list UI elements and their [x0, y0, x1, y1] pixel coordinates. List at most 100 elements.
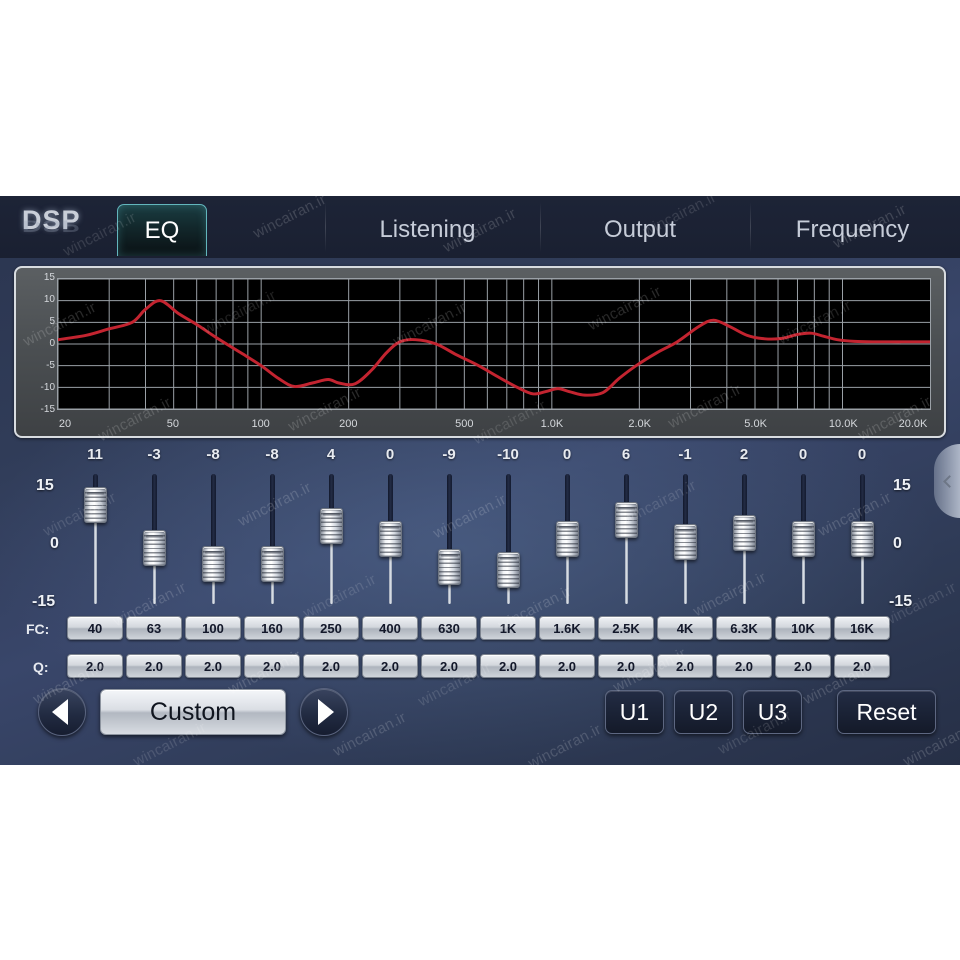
slider-handle[interactable]	[202, 546, 225, 583]
slider-handle[interactable]	[615, 502, 638, 539]
slider-handle[interactable]	[674, 524, 697, 561]
slider-handle[interactable]	[497, 552, 520, 589]
slider-handle[interactable]	[261, 546, 284, 583]
reset-button[interactable]: Reset	[837, 690, 936, 734]
q-cell[interactable]: 2.0	[362, 654, 418, 678]
user-preset-u2-button[interactable]: U2	[674, 690, 733, 734]
q-cell[interactable]: 2.0	[539, 654, 595, 678]
slider-handle[interactable]	[84, 486, 107, 523]
panel-collapse-tab[interactable]	[934, 444, 960, 518]
slider-track-lower	[743, 544, 746, 604]
q-cell[interactable]: 2.0	[657, 654, 713, 678]
band-gain-value: -8	[206, 446, 220, 463]
dsp-logo-reflection: DSP	[22, 217, 81, 236]
fc-cell[interactable]: 1K	[480, 616, 536, 640]
x-tick-label: 500	[455, 418, 474, 430]
slider-handle[interactable]	[379, 521, 402, 557]
slider-handle[interactable]	[733, 514, 756, 551]
user-preset-u1-button[interactable]: U1	[605, 690, 664, 734]
fc-cell[interactable]: 10K	[775, 616, 831, 640]
q-cell[interactable]: 2.0	[185, 654, 241, 678]
fc-cell[interactable]: 400	[362, 616, 418, 640]
slider-track-upper	[211, 474, 216, 553]
band-gain-slider[interactable]	[190, 474, 236, 604]
tab-listening[interactable]: Listening	[325, 204, 530, 256]
tab-output[interactable]: Output	[540, 204, 740, 256]
fc-cell[interactable]: 250	[303, 616, 359, 640]
y-tick-label: 5	[49, 316, 55, 327]
q-value: 2.0	[616, 658, 636, 674]
slider-track-lower	[389, 551, 392, 604]
fc-value: 400	[379, 620, 401, 636]
band-gain-slider[interactable]	[780, 474, 826, 604]
fc-value: 100	[202, 620, 224, 636]
next-preset-button[interactable]	[300, 688, 348, 736]
slider-track-lower	[94, 516, 97, 604]
scale-label-top-left: 15	[36, 477, 54, 494]
preset-name-button[interactable]: Custom	[100, 689, 286, 735]
band-gain-slider[interactable]	[603, 474, 649, 604]
slider-track-upper	[447, 474, 452, 556]
q-cell[interactable]: 2.0	[716, 654, 772, 678]
slider-handle[interactable]	[438, 549, 461, 586]
band-gain-slider[interactable]	[249, 474, 295, 604]
fc-cell[interactable]: 630	[421, 616, 477, 640]
band-gain-slider[interactable]	[544, 474, 590, 604]
slider-handle[interactable]	[556, 521, 579, 557]
previous-preset-button[interactable]	[38, 688, 86, 736]
slider-handle[interactable]	[320, 508, 343, 545]
arrow-right-icon	[318, 699, 334, 725]
band-gain-value: 0	[385, 446, 395, 463]
scale-label-mid-right: 0	[893, 535, 902, 552]
fc-cell[interactable]: 4K	[657, 616, 713, 640]
band-gain-slider[interactable]	[839, 474, 885, 604]
band-gain-slider[interactable]	[721, 474, 767, 604]
band-gain-slider[interactable]	[308, 474, 354, 604]
slider-track-lower	[684, 554, 687, 604]
fc-cell[interactable]: 16K	[834, 616, 890, 640]
band-gain-slider[interactable]	[72, 474, 118, 604]
fc-cell[interactable]: 160	[244, 616, 300, 640]
q-cell[interactable]: 2.0	[421, 654, 477, 678]
chevron-left-icon	[942, 474, 956, 488]
q-cell[interactable]: 2.0	[480, 654, 536, 678]
q-cell[interactable]: 2.0	[303, 654, 359, 678]
user-preset-label: U2	[688, 698, 719, 725]
fc-cell[interactable]: 100	[185, 616, 241, 640]
slider-handle[interactable]	[851, 521, 874, 557]
q-value: 2.0	[734, 658, 754, 674]
band-gain-slider[interactable]	[367, 474, 413, 604]
band-gain-slider[interactable]	[131, 474, 177, 604]
band-gain-slider[interactable]	[662, 474, 708, 604]
slider-track-lower	[566, 551, 569, 604]
q-value: 2.0	[557, 658, 577, 674]
preset-name-label: Custom	[149, 697, 237, 726]
band-gain-slider[interactable]	[485, 474, 531, 604]
q-cell[interactable]: 2.0	[598, 654, 654, 678]
fc-value: 2.5K	[612, 620, 640, 636]
y-tick-label: -10	[40, 382, 55, 393]
slider-handle[interactable]	[143, 530, 166, 567]
fc-value: 1K	[499, 620, 517, 636]
tab-frequency[interactable]: Frequency	[750, 204, 955, 256]
slider-handle[interactable]	[792, 521, 815, 557]
q-cell[interactable]: 2.0	[244, 654, 300, 678]
q-value: 2.0	[852, 658, 872, 674]
fc-cell[interactable]: 63	[126, 616, 182, 640]
q-value: 2.0	[203, 658, 223, 674]
band-gain-slider[interactable]	[426, 474, 472, 604]
y-tick-label: 0	[49, 338, 55, 349]
fc-cell[interactable]: 40	[67, 616, 123, 640]
graph-x-axis: 20 50 100 200 500 1.0K 2.0K 5.0K 10.0K 20.0K	[57, 412, 931, 430]
x-tick-label: 200	[339, 418, 358, 430]
q-cell[interactable]: 2.0	[834, 654, 890, 678]
fc-cell[interactable]: 6.3K	[716, 616, 772, 640]
q-cell[interactable]: 2.0	[126, 654, 182, 678]
fc-cell[interactable]: 2.5K	[598, 616, 654, 640]
band-gain-value: 0	[798, 446, 808, 463]
fc-cell[interactable]: 1.6K	[539, 616, 595, 640]
user-preset-u3-button[interactable]: U3	[743, 690, 802, 734]
tab-eq[interactable]: EQ	[117, 204, 207, 256]
q-cell[interactable]: 2.0	[67, 654, 123, 678]
q-cell[interactable]: 2.0	[775, 654, 831, 678]
